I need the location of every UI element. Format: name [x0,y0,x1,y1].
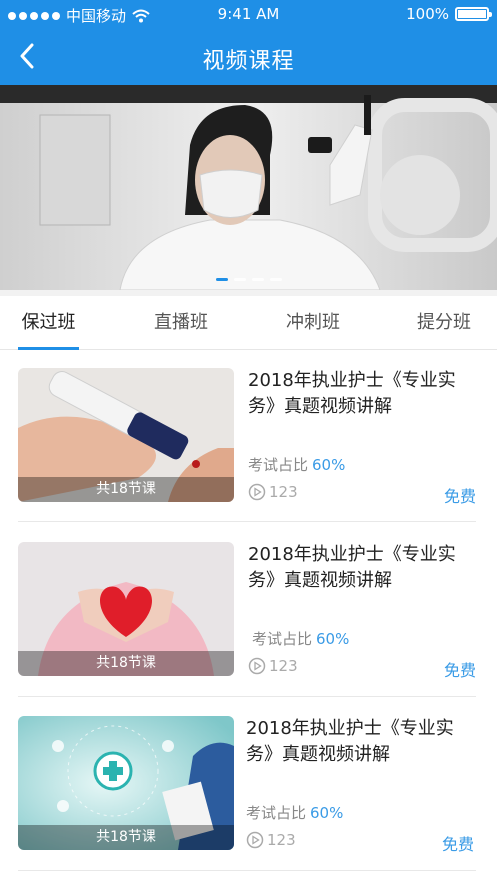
exam-ratio: 考试占比 60% [252,628,349,649]
lesson-count: 共18节课 [18,651,234,676]
carousel-dot[interactable] [215,278,228,281]
exam-ratio-label: 考试占比 [248,456,309,474]
course-item[interactable]: 共18节课 2018年执业护士《专业实务》真题视频讲解 考试占比 60% 123 … [18,368,476,522]
banner-carousel[interactable] [0,85,497,290]
lesson-count: 共18节课 [18,477,234,502]
exam-ratio-label: 考试占比 [246,804,307,822]
carousel-dot[interactable] [251,278,264,281]
divider [18,521,476,522]
divider [18,696,476,697]
play-count: 123 [248,657,298,675]
nav-bar: 视频课程 [0,28,497,85]
play-count: 123 [248,483,298,501]
page-title: 视频课程 [202,49,295,74]
tab-zhibo[interactable]: 直播班 [150,296,212,350]
battery-info: 100% [406,5,492,23]
play-count-value: 123 [269,657,298,675]
exam-ratio: 考试占比 60% [246,802,343,823]
tab-baoguo[interactable]: 保过班 [18,296,79,350]
tab-tifen[interactable]: 提分班 [414,296,474,350]
exam-ratio-value: 60% [316,630,350,648]
status-bar: 中国移动 9:41 AM 100% [0,0,497,28]
exam-ratio-value: 60% [312,456,346,474]
class-tabs: 保过班 直播班 冲刺班 提分班 [0,296,497,350]
course-title[interactable]: 2018年执业护士《专业实务》真题视频讲解 [248,542,478,594]
battery-percent: 100% [406,5,449,23]
course-thumbnail[interactable]: 共18节课 [18,368,234,502]
course-item[interactable]: 共18节课 2018年执业护士《专业实务》真题视频讲解 考试占比 60% 123 … [18,542,476,696]
play-icon [248,657,266,675]
course-title[interactable]: 2018年执业护士《专业实务》真题视频讲解 [248,368,478,420]
divider [18,870,476,871]
exam-ratio-label: 考试占比 [252,630,313,648]
price-free[interactable]: 免费 [444,483,476,507]
price-free[interactable]: 免费 [444,657,476,681]
play-count-value: 123 [269,483,298,501]
carousel-dot[interactable] [269,278,282,281]
exam-ratio: 考试占比 60% [248,454,345,475]
course-item[interactable]: 共18节课 2018年执业护士《专业实务》真题视频讲解 考试占比 60% 123 … [18,716,476,870]
price-free[interactable]: 免费 [442,831,474,855]
play-icon [246,831,264,849]
exam-ratio-value: 60% [310,804,344,822]
course-title[interactable]: 2018年执业护士《专业实务》真题视频讲解 [246,716,476,768]
play-count: 123 [246,831,296,849]
carousel-indicators [0,278,497,281]
play-icon [248,483,266,501]
lesson-count: 共18节课 [18,825,234,850]
course-thumbnail[interactable]: 共18节课 [18,716,234,850]
play-count-value: 123 [267,831,296,849]
banner-image [0,85,497,290]
carousel-dot[interactable] [233,278,246,281]
battery-icon [455,7,492,21]
course-thumbnail[interactable]: 共18节课 [18,542,234,676]
tab-chongci[interactable]: 冲刺班 [283,296,343,350]
